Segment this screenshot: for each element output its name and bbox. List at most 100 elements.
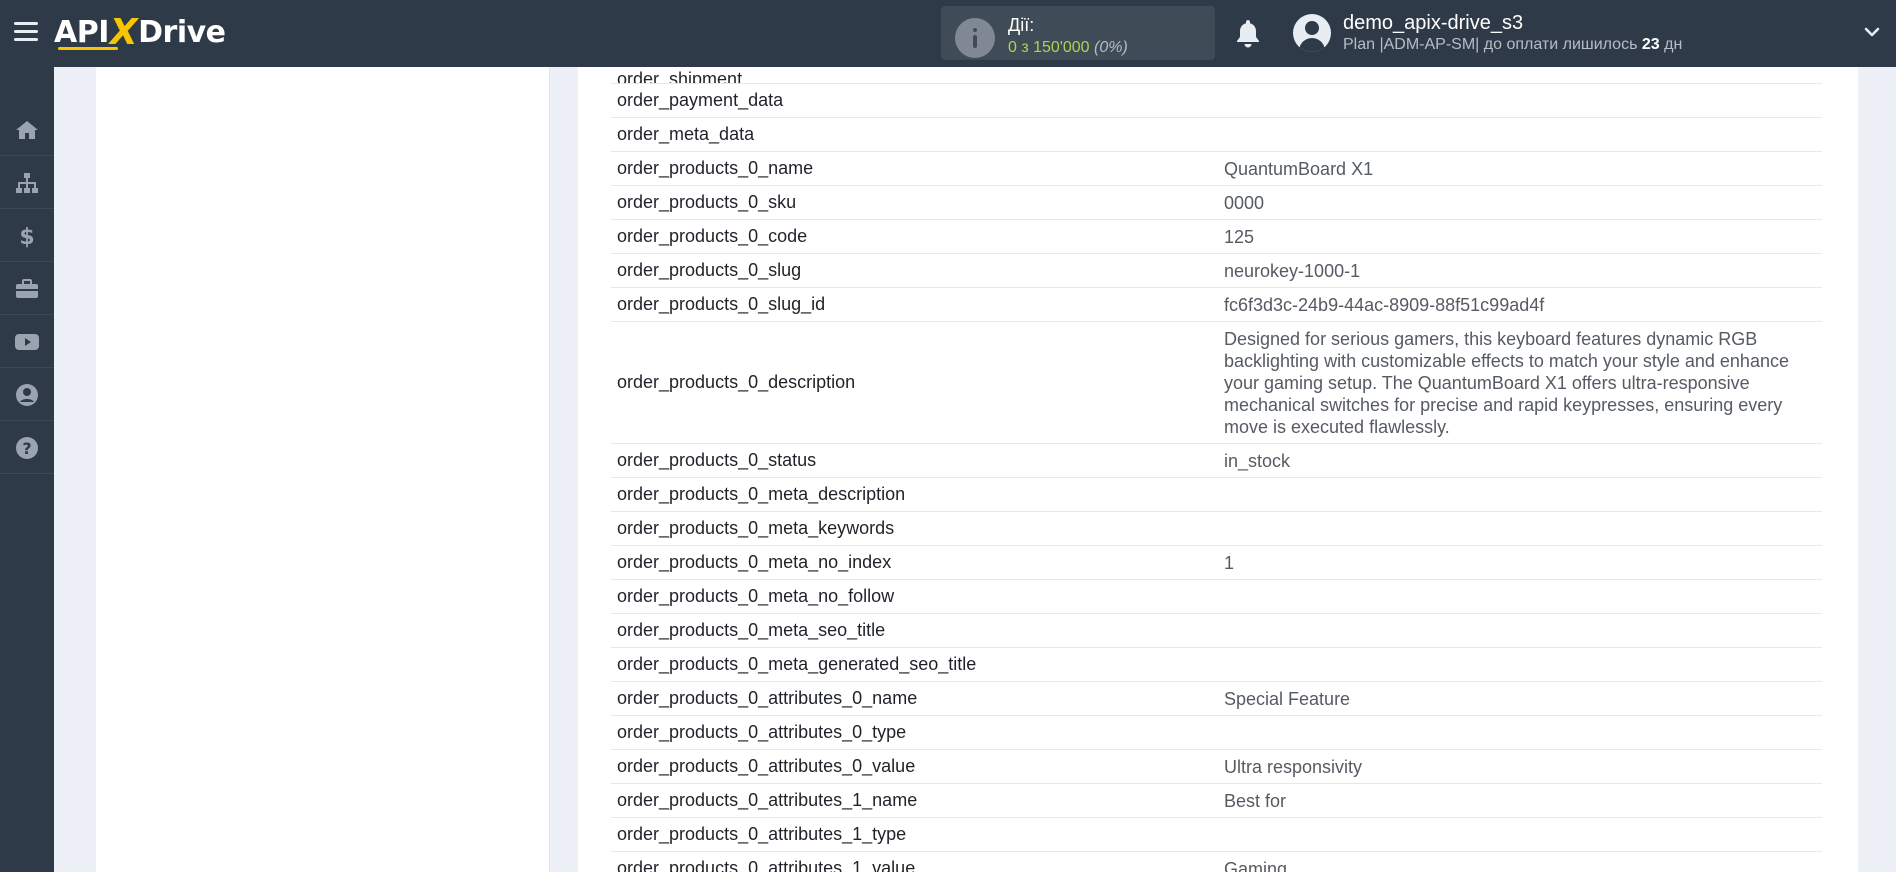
- table-row: order_products_0_name QuantumBoard X1: [611, 152, 1822, 186]
- field-key: order_shipment: [617, 69, 743, 84]
- field-key: order_products_0_status: [617, 450, 817, 470]
- table-row: order_payment_data: [611, 84, 1822, 118]
- field-value: 125: [1224, 226, 1255, 247]
- user-circle-icon: [16, 383, 38, 406]
- field-key: order_products_0_attributes_0_type: [617, 722, 907, 742]
- table-row: order_products_0_meta_no_index 1: [611, 546, 1822, 580]
- field-key: order_products_0_description: [617, 372, 856, 392]
- field-key: order_products_0_meta_seo_title: [617, 620, 886, 640]
- field-value: 0000: [1224, 192, 1265, 213]
- table-row: order_products_0_attributes_0_value Ultra…: [611, 750, 1822, 784]
- field-key: order_products_0_attributes_0_value: [617, 756, 916, 776]
- field-key: order_payment_data: [617, 90, 784, 110]
- logo-text-left: API: [54, 14, 109, 50]
- field-key: order_products_0_attributes_1_value: [617, 858, 916, 872]
- field-value: neurokey-1000-1: [1224, 260, 1361, 281]
- dollar-icon: $: [19, 225, 34, 249]
- question-icon: ?: [16, 436, 38, 459]
- svg-text:$: $: [19, 225, 34, 249]
- table-row: order_products_0_meta_seo_title: [611, 614, 1822, 648]
- youtube-icon: [15, 333, 39, 350]
- field-value: [1218, 478, 1822, 511]
- field-key: order_products_0_meta_no_index: [617, 552, 892, 572]
- field-value: [1218, 614, 1822, 647]
- field-key: order_products_0_attributes_0_name: [617, 688, 918, 708]
- home-icon: [16, 120, 38, 139]
- table-row: order_products_0_slug_id fc6f3d3c-24b9-44…: [611, 288, 1822, 322]
- data-panel: order_shipment order_payment_data order_m…: [578, 67, 1858, 872]
- field-key: order_meta_data: [617, 124, 755, 144]
- logo-text-right: Drive: [138, 14, 226, 50]
- field-key: order_products_0_slug: [617, 260, 802, 280]
- actions-title: Дії:: [1008, 15, 1035, 35]
- nav-services[interactable]: [0, 263, 54, 315]
- table-row: order_products_0_slug neurokey-1000-1: [611, 254, 1822, 288]
- field-key: order_products_0_meta_no_follow: [617, 586, 895, 606]
- table-row: order_products_0_attributes_1_name Best f…: [611, 784, 1822, 818]
- nav-help[interactable]: ?: [0, 422, 54, 474]
- field-value: [1218, 67, 1822, 83]
- field-value: [1218, 818, 1822, 851]
- actions-count: 0 з 150'000 (0%): [1008, 39, 1128, 56]
- table-row: order_products_0_attributes_1_type: [611, 818, 1822, 852]
- field-value: [1218, 648, 1822, 681]
- table-row: order_products_0_meta_description: [611, 478, 1822, 512]
- field-key: order_products_0_meta_generated_seo_titl…: [617, 654, 977, 674]
- field-value: Best for: [1224, 790, 1287, 811]
- table-row: order_products_0_meta_keywords: [611, 512, 1822, 546]
- table-row: order_shipment: [611, 67, 1822, 84]
- table-row: order_products_0_meta_generated_seo_titl…: [611, 648, 1822, 682]
- chevron-down-icon[interactable]: [1864, 24, 1880, 40]
- field-value: Ultra responsivity: [1224, 756, 1363, 777]
- field-value: Gaming: [1224, 858, 1288, 872]
- field-key: order_products_0_code: [617, 226, 808, 246]
- field-value: [1218, 512, 1822, 545]
- nav-account[interactable]: [0, 369, 54, 421]
- table-row: order_products_0_sku 0000: [611, 186, 1822, 220]
- field-value: [1218, 580, 1822, 613]
- field-value: Designed for serious gamers, this keyboa…: [1224, 328, 1789, 437]
- nav-home[interactable]: [0, 104, 54, 156]
- field-key: order_products_0_attributes_1_type: [617, 824, 907, 844]
- username[interactable]: demo_apix-drive_s3: [1343, 12, 1523, 35]
- svg-text:?: ?: [22, 439, 31, 458]
- nav-connections[interactable]: [0, 157, 54, 209]
- table-row: order_products_0_description Designed for…: [611, 322, 1822, 444]
- field-value: [1218, 84, 1822, 117]
- sitemap-icon: [16, 172, 38, 193]
- actions-counter[interactable]: Дії: 0 з 150'000 (0%): [941, 6, 1215, 60]
- field-value: fc6f3d3c-24b9-44ac-8909-88f51c99ad4f: [1224, 294, 1545, 315]
- table-row: order_meta_data: [611, 118, 1822, 152]
- field-value: QuantumBoard X1: [1224, 158, 1374, 179]
- info-icon: [955, 18, 995, 58]
- briefcase-icon: [16, 278, 38, 298]
- left-panel: [96, 67, 550, 872]
- table-row: order_products_0_attributes_1_value Gamin…: [611, 852, 1822, 872]
- menu-icon[interactable]: [14, 22, 38, 42]
- side-nav: $ ?: [0, 67, 54, 872]
- table-row: order_products_0_status in_stock: [611, 444, 1822, 478]
- field-key: order_products_0_meta_description: [617, 484, 906, 504]
- table-row: order_products_0_attributes_0_name Specia…: [611, 682, 1822, 716]
- logo-underline: [58, 47, 118, 50]
- field-key: order_products_0_attributes_1_name: [617, 790, 918, 810]
- data-table: order_shipment order_payment_data order_m…: [611, 67, 1822, 872]
- nav-video[interactable]: [0, 316, 54, 368]
- table-row: order_products_0_code 125: [611, 220, 1822, 254]
- field-value: Special Feature: [1224, 688, 1351, 709]
- field-key: order_products_0_slug_id: [617, 294, 826, 314]
- field-key: order_products_0_meta_keywords: [617, 518, 895, 538]
- bell-icon[interactable]: [1234, 18, 1262, 48]
- field-key: order_products_0_name: [617, 158, 814, 178]
- avatar[interactable]: [1293, 14, 1331, 52]
- field-value: [1218, 716, 1822, 749]
- field-value: in_stock: [1224, 450, 1291, 471]
- nav-billing[interactable]: $: [0, 210, 54, 262]
- table-row: order_products_0_meta_no_follow: [611, 580, 1822, 614]
- field-key: order_products_0_sku: [617, 192, 797, 212]
- apixdrive-logo[interactable]: API X Drive: [54, 12, 226, 53]
- table-row: order_products_0_attributes_0_type: [611, 716, 1822, 750]
- top-bar: API X Drive Дії: 0 з 150'000 (0%) demo_api…: [0, 0, 1896, 67]
- field-value: 1: [1224, 552, 1235, 573]
- field-value: [1218, 118, 1822, 151]
